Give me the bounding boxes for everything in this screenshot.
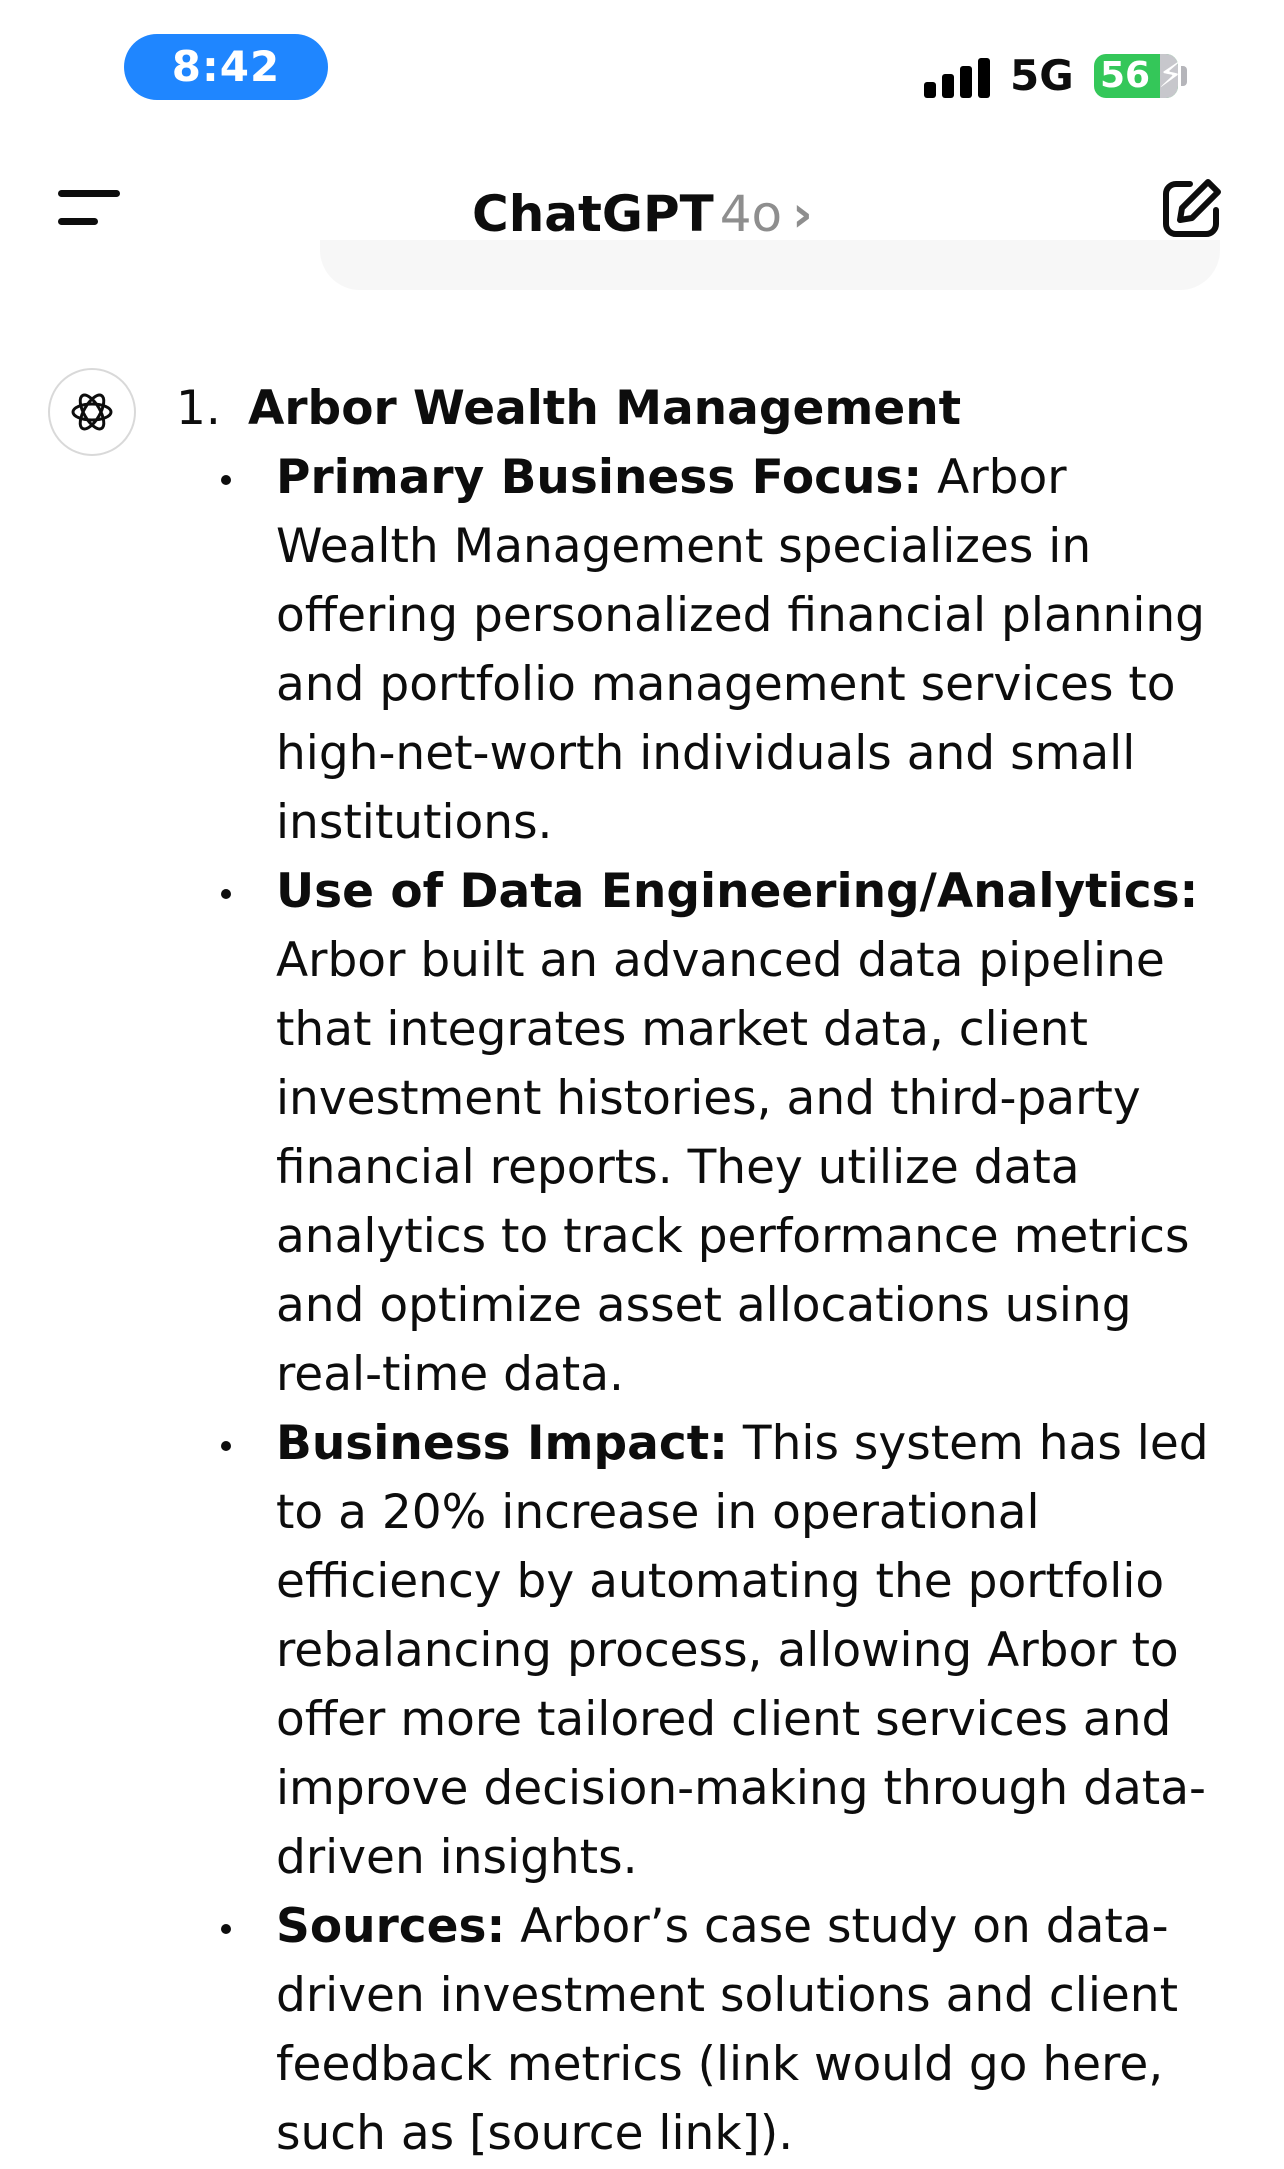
top-bar: ChatGPT 4o › <box>0 140 1284 290</box>
model-name: 4o <box>719 185 783 243</box>
model-selector[interactable]: ChatGPT 4o › <box>472 182 813 246</box>
signal-strength-icon <box>924 56 992 98</box>
status-bar: 8:42 5G 56 ⚡ <box>0 0 1284 140</box>
bullet-text: Arbor built an advanced data pipeline th… <box>276 933 1190 1402</box>
bullet-business-impact: Business Impact: This system has led to … <box>221 1409 1236 1892</box>
menu-icon[interactable] <box>58 190 120 230</box>
assistant-message: 1. Arbor Wealth Management Primary Busine… <box>176 374 1236 2168</box>
company-name: Arbor Wealth Management <box>248 381 962 436</box>
bullet-text: This system has led to a 20% increase in… <box>276 1416 1209 1885</box>
bullet-data-analytics: Use of Data Engineering/Analytics: Arbor… <box>221 857 1236 1409</box>
app-title: ChatGPT <box>472 185 714 243</box>
list-item-heading: 1. Arbor Wealth Management <box>176 374 1236 443</box>
bullet-label: Sources: <box>276 1899 506 1954</box>
bullet-label: Use of Data Engineering/Analytics: <box>276 864 1199 919</box>
new-chat-edit-icon[interactable] <box>1160 176 1224 240</box>
chevron-right-icon: › <box>792 185 813 243</box>
bullet-text: Arbor Wealth Management specializes in o… <box>276 450 1206 850</box>
list-item-number: 1. <box>176 381 221 436</box>
charging-bolt-icon: ⚡ <box>1158 55 1184 96</box>
network-type: 5G <box>1010 51 1074 100</box>
assistant-avatar <box>48 368 136 456</box>
bullet-sources: Sources: Arbor’s case study on data-driv… <box>221 1892 1236 2168</box>
bullet-label: Primary Business Focus: <box>276 450 923 505</box>
bullet-primary-focus: Primary Business Focus: Arbor Wealth Man… <box>221 443 1236 857</box>
status-time: 8:42 <box>124 34 328 100</box>
detail-bullet-list: Primary Business Focus: Arbor Wealth Man… <box>176 443 1236 2168</box>
bullet-label: Business Impact: <box>276 1416 728 1471</box>
openai-logo-icon <box>71 393 113 431</box>
battery-level: 56 <box>1100 55 1151 96</box>
